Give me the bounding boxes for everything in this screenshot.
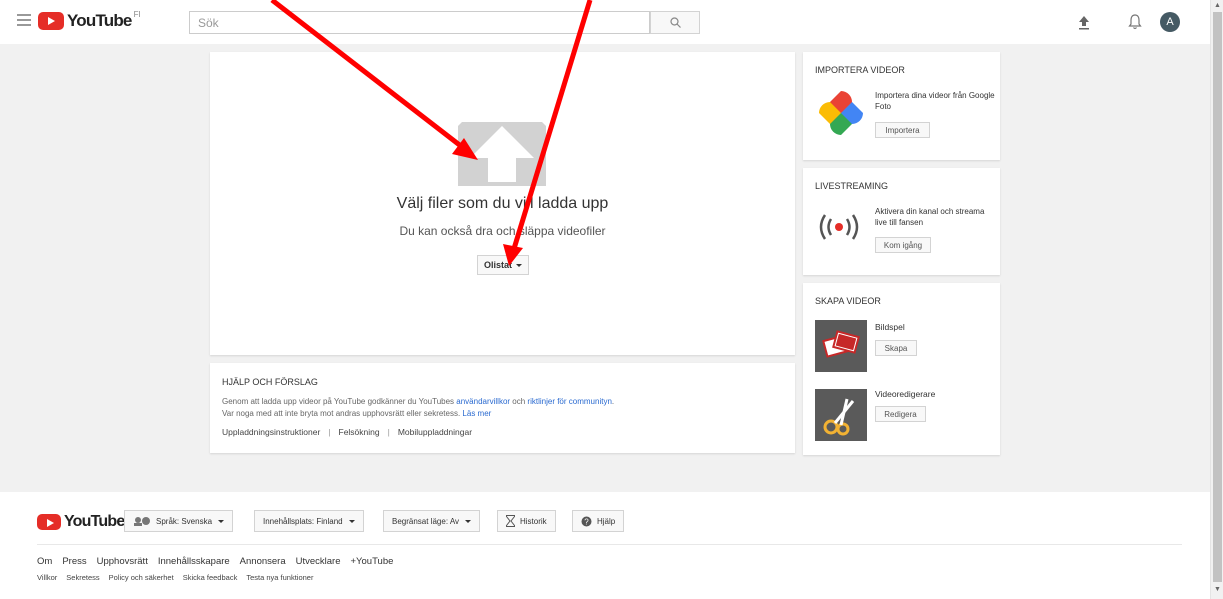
location-label: Innehållsplats: Finland <box>263 516 343 526</box>
help-title: HJÄLP OCH FÖRSLAG <box>222 377 318 387</box>
youtube-logo[interactable]: YouTube FI <box>38 9 141 31</box>
page-scrollbar[interactable]: ▲ ▼ <box>1210 0 1223 599</box>
import-panel: IMPORTERA VIDEOR Importera dina videor f… <box>803 52 1000 160</box>
create-title: SKAPA VIDEOR <box>815 296 881 306</box>
chevron-down-icon <box>465 519 472 523</box>
language-label: Språk: Svenska <box>156 516 213 526</box>
terms-link[interactable]: användarvillkor <box>456 397 510 406</box>
location-dropdown[interactable]: Innehållsplats: Finland <box>254 510 364 532</box>
avatar[interactable]: A <box>1160 12 1180 32</box>
help-button[interactable]: ? Hjälp <box>572 510 625 532</box>
privacy-label: Olistat <box>483 260 512 270</box>
upload-icon[interactable] <box>1078 14 1090 30</box>
help-label: Hjälp <box>597 516 616 526</box>
restricted-mode-label: Begränsat läge: Av <box>392 516 460 526</box>
help-panel: HJÄLP OCH FÖRSLAG Genom att ladda upp vi… <box>210 363 795 453</box>
scissors-icon <box>823 398 855 436</box>
import-description: Importera dina videor från Google Foto <box>875 91 995 111</box>
livestream-panel: LIVESTREAMING Aktivera din kanal och str… <box>803 168 1000 275</box>
footer-secondary-links: Villkor Sekretess Policy och säkerhet Sk… <box>37 573 313 582</box>
logo-region: FI <box>133 9 141 19</box>
live-broadcast-icon <box>819 214 859 240</box>
upload-area[interactable]: Välj filer som du vill ladda upp Du kan … <box>210 52 795 355</box>
copyright-link[interactable]: Upphovsrätt <box>97 556 148 567</box>
video-editor-thumbnail[interactable] <box>815 389 867 441</box>
creators-link[interactable]: Innehållsskapare <box>158 556 230 567</box>
footer-logo-text: YouTube <box>64 513 125 530</box>
terms-mid: och <box>510 397 528 406</box>
plus-youtube-link[interactable]: +YouTube <box>351 556 394 567</box>
terms-suffix: . <box>611 397 615 406</box>
mobile-uploads-link[interactable]: Mobiluppladdningar <box>398 427 472 437</box>
policy-safety-link[interactable]: Policy och säkerhet <box>109 573 174 582</box>
bell-icon[interactable] <box>1128 13 1142 30</box>
livestream-title: LIVESTREAMING <box>815 181 889 191</box>
press-link[interactable]: Press <box>62 556 86 567</box>
read-more-link[interactable]: Läs mer <box>462 409 491 418</box>
privacy-link[interactable]: Sekretess <box>66 573 99 582</box>
upload-arrow-icon[interactable] <box>456 116 548 188</box>
language-dropdown[interactable]: Språk: Svenska <box>124 510 234 532</box>
language-icon <box>134 517 150 526</box>
youtube-play-icon <box>38 12 64 30</box>
footer-divider <box>37 544 1182 545</box>
edit-video-button[interactable]: Redigera <box>875 406 926 422</box>
livestream-description: Aktivera din kanal och streama live till… <box>875 207 985 227</box>
create-panel: SKAPA VIDEOR Bildspel Skapa Videorediger… <box>803 283 1000 455</box>
create-slideshow-button[interactable]: Skapa <box>875 340 917 356</box>
hourglass-icon <box>506 515 515 527</box>
divider: | <box>387 427 390 437</box>
advertise-link[interactable]: Annonsera <box>240 556 286 567</box>
video-editor-label: Videoredigerare <box>875 389 936 399</box>
divider: | <box>328 427 331 437</box>
scroll-thumb[interactable] <box>1213 12 1222 582</box>
search-icon <box>669 17 681 28</box>
troubleshooting-link[interactable]: Felsökning <box>339 427 380 437</box>
slideshow-label: Bildspel <box>875 322 905 332</box>
send-feedback-link[interactable]: Skicka feedback <box>183 573 238 582</box>
history-button[interactable]: Historik <box>497 510 556 532</box>
test-features-link[interactable]: Testa nya funktioner <box>246 573 313 582</box>
help-terms-text: Genom att ladda upp videor på YouTube go… <box>222 397 614 406</box>
help-links: Uppladdningsinstruktioner | Felsökning |… <box>222 427 472 437</box>
slideshow-thumbnail[interactable] <box>815 320 867 372</box>
privacy-dropdown[interactable]: Olistat <box>477 255 529 275</box>
chevron-down-icon <box>516 263 522 267</box>
get-started-button[interactable]: Kom igång <box>875 237 931 253</box>
copyright-prefix: Var noga med att inte bryta mot andras u… <box>222 409 463 418</box>
chevron-down-icon <box>348 519 355 523</box>
developers-link[interactable]: Utvecklare <box>296 556 341 567</box>
page-footer: YouTube Språk: Svenska Innehållsplats: F… <box>0 492 1210 599</box>
footer-primary-links: Om Press Upphovsrätt Innehållsskapare An… <box>37 556 393 567</box>
scroll-up-icon[interactable]: ▲ <box>1214 2 1221 9</box>
upload-instructions-link[interactable]: Uppladdningsinstruktioner <box>222 427 320 437</box>
help-copyright-text: Var noga med att inte bryta mot andras u… <box>222 409 491 418</box>
upload-subtitle: Du kan också dra och släppa videofiler <box>399 224 606 238</box>
help-icon: ? <box>581 516 592 526</box>
menu-icon[interactable] <box>17 14 31 26</box>
history-label: Historik <box>520 516 547 526</box>
svg-text:?: ? <box>584 517 589 526</box>
terms-link[interactable]: Villkor <box>37 573 57 582</box>
terms-prefix: Genom att ladda upp videor på YouTube go… <box>222 397 457 406</box>
chevron-down-icon <box>218 519 225 523</box>
upload-title: Välj filer som du vill ladda upp <box>396 195 609 212</box>
top-header: YouTube FI Sök A <box>0 0 1210 44</box>
search-button[interactable] <box>650 11 700 34</box>
search-input[interactable]: Sök <box>189 11 650 34</box>
import-button[interactable]: Importera <box>875 122 930 138</box>
restricted-mode-dropdown[interactable]: Begränsat läge: Av <box>383 510 481 532</box>
youtube-play-icon <box>37 514 61 530</box>
footer-youtube-logo[interactable]: YouTube <box>37 513 125 531</box>
guidelines-link[interactable]: riktlinjer för communityn <box>527 397 611 406</box>
import-title: IMPORTERA VIDEOR <box>815 65 905 75</box>
logo-text: YouTube <box>67 11 132 30</box>
about-link[interactable]: Om <box>37 556 52 567</box>
scroll-down-icon[interactable]: ▼ <box>1214 586 1221 593</box>
google-photos-icon <box>819 91 863 135</box>
slideshow-icon <box>822 330 860 358</box>
